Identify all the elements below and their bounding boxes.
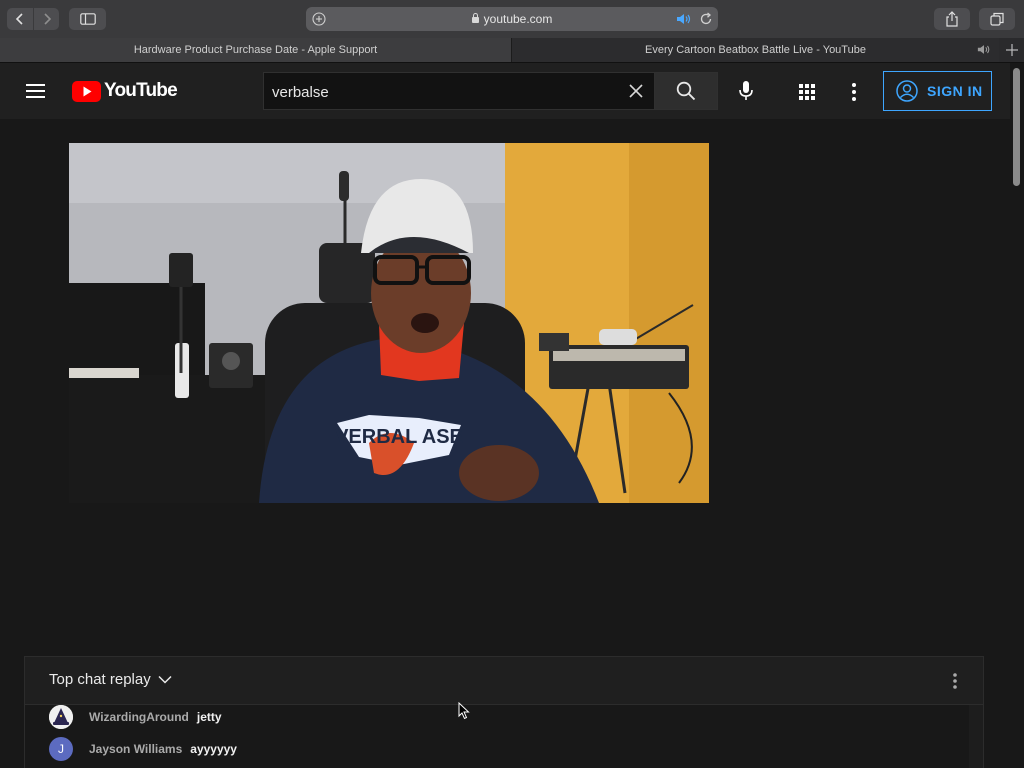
- mouse-cursor-icon: [458, 702, 470, 720]
- clear-icon[interactable]: [628, 83, 644, 99]
- forward-button[interactable]: [34, 8, 59, 30]
- browser-tab-active[interactable]: Every Cartoon Beatbox Battle Live - YouT…: [512, 38, 999, 62]
- url-text: youtube.com: [483, 12, 553, 26]
- chat-author[interactable]: Jayson Williams: [89, 742, 182, 756]
- forward-icon: [43, 13, 51, 25]
- youtube-wordmark: YouTube: [104, 80, 178, 101]
- avatar[interactable]: J: [49, 737, 73, 761]
- apps-grid-icon[interactable]: [795, 80, 819, 104]
- chevron-down-icon: [158, 675, 172, 684]
- tab-overview-button[interactable]: [979, 8, 1015, 30]
- search-input[interactable]: [270, 73, 614, 111]
- search-icon: [676, 81, 696, 101]
- new-tab-button[interactable]: [1000, 38, 1024, 62]
- speaker-icon[interactable]: [676, 13, 692, 25]
- browser-toolbar: youtube.com: [0, 0, 1024, 38]
- youtube-play-icon: [72, 80, 101, 102]
- search-button[interactable]: [655, 72, 718, 110]
- sign-in-button[interactable]: SIGN IN: [883, 71, 992, 111]
- address-bar[interactable]: youtube.com: [306, 7, 718, 31]
- sign-in-label: SIGN IN: [927, 83, 983, 99]
- chat-scrollbar[interactable]: [969, 705, 983, 768]
- share-icon: [946, 11, 958, 27]
- video-player[interactable]: VERBAL ASE: [69, 143, 709, 503]
- hamburger-menu-icon[interactable]: [26, 83, 45, 99]
- chat-mode-dropdown[interactable]: Top chat replay: [49, 671, 172, 688]
- youtube-logo[interactable]: YouTube: [72, 80, 178, 102]
- chat-author[interactable]: WizardingAround: [89, 710, 189, 724]
- share-button[interactable]: [934, 8, 970, 30]
- tab-title: Hardware Product Purchase Date - Apple S…: [133, 44, 378, 56]
- more-options-icon[interactable]: [842, 80, 866, 104]
- plus-icon: [1006, 44, 1018, 56]
- shirt-print-text: VERBAL ASE: [335, 426, 463, 448]
- back-icon: [15, 13, 23, 25]
- lock-icon: [471, 13, 479, 23]
- sidebar-button[interactable]: [69, 8, 106, 30]
- search-box[interactable]: [263, 72, 655, 111]
- url-display: youtube.com: [306, 12, 718, 26]
- youtube-header: YouTube SIGN IN: [0, 63, 1024, 119]
- voice-search-button[interactable]: [734, 79, 758, 103]
- video-frame: VERBAL ASE: [69, 143, 709, 503]
- chat-text: jetty: [196, 710, 222, 724]
- speaker-icon[interactable]: [977, 44, 991, 55]
- reload-icon[interactable]: [699, 12, 713, 26]
- tab-strip: Hardware Product Purchase Date - Apple S…: [0, 38, 1024, 63]
- page-scrollbar-thumb[interactable]: [1013, 68, 1020, 186]
- browser-tab[interactable]: Hardware Product Purchase Date - Apple S…: [0, 38, 512, 62]
- tab-title: Every Cartoon Beatbox Battle Live - YouT…: [645, 44, 866, 56]
- chat-mode-label: Top chat replay: [49, 671, 151, 688]
- account-icon: [896, 80, 918, 102]
- back-button[interactable]: [7, 8, 33, 30]
- chat-more-options-icon[interactable]: [945, 669, 965, 693]
- live-chat-replay: Top chat replay WizardingAround jetty J …: [24, 656, 984, 768]
- chat-message: J Jayson Williams ayyyyyy: [49, 736, 237, 762]
- microphone-icon: [739, 81, 753, 100]
- chat-text: ayyyyyy: [190, 742, 237, 756]
- chat-header: Top chat replay: [25, 657, 983, 705]
- avatar-letter: J: [58, 742, 64, 756]
- wizard-hat-icon: [49, 705, 73, 729]
- chat-message: WizardingAround jetty: [49, 704, 222, 730]
- avatar[interactable]: [49, 705, 73, 729]
- sidebar-icon: [79, 13, 96, 25]
- tabs-icon: [990, 12, 1004, 26]
